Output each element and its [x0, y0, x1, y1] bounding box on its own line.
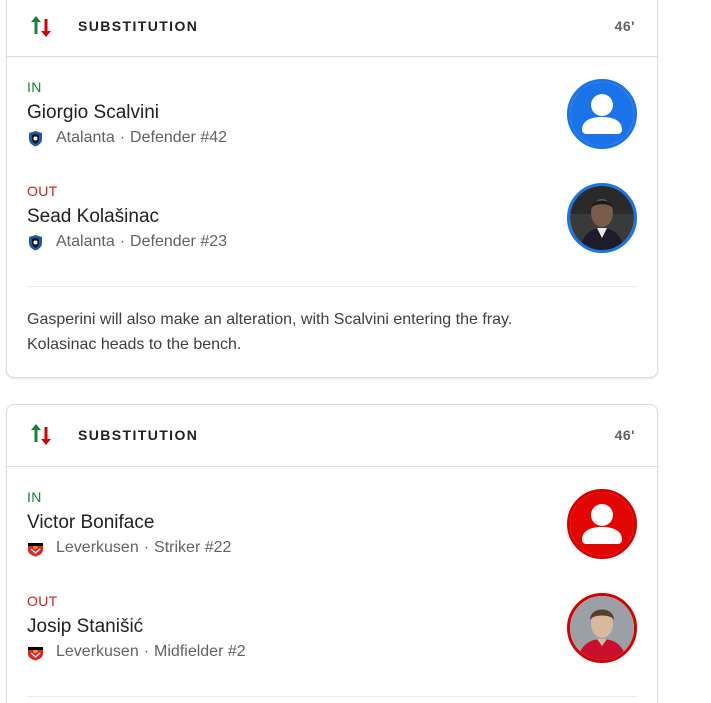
player-name[interactable]: Victor Boniface [27, 512, 154, 534]
player-role: Midfielder #2 [154, 643, 246, 660]
out-tag: OUT [27, 183, 58, 199]
player-role: Defender #42 [130, 129, 228, 146]
player-out[interactable]: OUT Sead Kolašinac Atalanta · Defender #… [27, 183, 637, 273]
substitution-card: SUBSTITUTION 46' IN Giorgio Scalvini Ata… [6, 0, 658, 378]
placeholder-person-icon [570, 492, 634, 556]
event-minute: 46' [614, 18, 635, 34]
divider [27, 696, 637, 697]
player-avatar [567, 489, 637, 559]
out-tag: OUT [27, 593, 58, 609]
commentary-text: Gasperini will also make an alteration, … [27, 311, 513, 353]
player-name[interactable]: Sead Kolašinac [27, 206, 159, 228]
event-title: SUBSTITUTION [78, 18, 199, 34]
player-name[interactable]: Giorgio Scalvini [27, 102, 159, 124]
atalanta-crest-icon [29, 130, 42, 146]
substitution-arrows-icon [31, 16, 51, 37]
player-name[interactable]: Josip Stanišić [27, 616, 143, 638]
substitution-arrows-icon [31, 424, 51, 445]
player-role: Striker #22 [154, 539, 232, 556]
substitution-card: SUBSTITUTION 46' IN Victor Boniface Leve… [6, 404, 658, 703]
card-header: SUBSTITUTION 46' [7, 405, 657, 467]
meta-separator: · [119, 129, 126, 146]
team-name: Leverkusen [56, 643, 139, 660]
player-avatar [567, 183, 637, 253]
player-meta: Leverkusen · Striker #22 [27, 539, 231, 557]
team-name: Atalanta [56, 233, 115, 250]
player-photo [570, 596, 634, 660]
player-meta: Leverkusen · Midfielder #2 [27, 643, 246, 661]
event-title: SUBSTITUTION [78, 427, 199, 443]
player-meta: Atalanta · Defender #23 [27, 233, 227, 251]
player-in[interactable]: IN Giorgio Scalvini Atalanta · Defender … [27, 79, 637, 169]
meta-separator: · [143, 539, 150, 556]
player-in[interactable]: IN Victor Boniface Leverkusen · Striker … [27, 489, 637, 579]
player-role: Defender #23 [130, 233, 228, 250]
placeholder-person-icon [570, 82, 634, 146]
divider [27, 286, 637, 287]
meta-separator: · [119, 233, 126, 250]
card-header: SUBSTITUTION 46' [7, 0, 657, 57]
team-name: Atalanta [56, 129, 115, 146]
event-minute: 46' [614, 427, 635, 443]
leverkusen-crest-icon [28, 646, 43, 660]
player-avatar [567, 79, 637, 149]
player-avatar [567, 593, 637, 663]
atalanta-crest-icon [29, 234, 42, 250]
leverkusen-crest-icon [28, 542, 43, 556]
meta-separator: · [143, 643, 150, 660]
team-name: Leverkusen [56, 539, 139, 556]
in-tag: IN [27, 489, 42, 505]
player-photo [570, 186, 634, 250]
player-out[interactable]: OUT Josip Stanišić Leverkusen · Midfield… [27, 593, 637, 683]
in-tag: IN [27, 79, 42, 95]
player-meta: Atalanta · Defender #42 [27, 129, 227, 147]
